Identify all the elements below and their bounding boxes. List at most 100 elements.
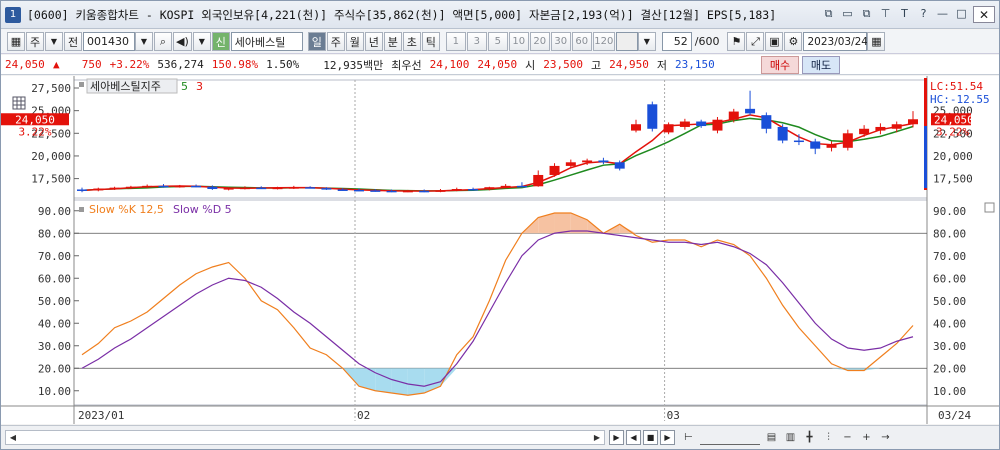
xaxis-label: 2023/01 xyxy=(78,409,124,422)
candle-body xyxy=(419,190,430,193)
maximize-icon[interactable]: □ xyxy=(954,6,969,21)
candle-layer xyxy=(77,90,918,193)
interval-custom-input[interactable] xyxy=(615,32,638,51)
buy-button[interactable]: 매수 xyxy=(761,56,799,74)
draw-tool-icon[interactable]: ⤢ xyxy=(746,32,765,51)
volume-ratio: 150.98% xyxy=(211,58,259,71)
title-icons: ⧉ ▭ ⧉ ⊤ T ? — □ ✕ xyxy=(821,6,995,23)
chart-scrollbar[interactable]: ◀ ▶ xyxy=(5,430,605,445)
first-page-icon[interactable]: ▶ xyxy=(609,430,624,445)
title-bar[interactable]: 1 [0600] 키움종합차트 - KOSPI 외국인보유[4,221(천)] … xyxy=(1,1,999,29)
candle-body xyxy=(842,133,853,148)
period-tab-minute[interactable]: 분 xyxy=(383,32,402,51)
oversold-fill xyxy=(375,368,392,393)
candle-body xyxy=(712,119,723,131)
chart-window: 1 [0600] 키움종합차트 - KOSPI 외국인보유[4,221(천)] … xyxy=(0,0,1000,450)
scroll-right-icon[interactable]: ▶ xyxy=(591,432,603,443)
indicator-icon[interactable]: ⚑ xyxy=(727,32,746,51)
interval-1[interactable]: 1 xyxy=(445,32,466,51)
help-icon[interactable]: ? xyxy=(916,6,931,21)
period-type-select[interactable]: 주 xyxy=(26,32,44,51)
chart-canvas[interactable]: 27,50025,00022,50020,00017,50025,00022,5… xyxy=(1,76,999,424)
grid-icon[interactable]: ▦ xyxy=(7,32,25,51)
zoom-out-icon[interactable]: − xyxy=(840,430,855,445)
lc-label: LC:51.54 xyxy=(930,80,983,93)
interval-5[interactable]: 5 xyxy=(487,32,508,51)
stop-icon[interactable]: ■ xyxy=(643,430,658,445)
crosshair-icon[interactable]: ╋ xyxy=(802,430,817,445)
zoom-track-icon[interactable] xyxy=(700,430,760,445)
price-right-ytick-label: 17,500 xyxy=(933,173,973,186)
interval-30[interactable]: 30 xyxy=(550,32,571,51)
bottom-bar: ◀ ▶ ▶ ◀ ■ ▶ ⊢ ▤ ▥ ╋ ⫶ − + → xyxy=(1,425,999,449)
sound-icon[interactable]: ◀) xyxy=(173,32,192,51)
high-price: 24,950 xyxy=(609,58,649,71)
layout-icon[interactable]: ▤ xyxy=(764,430,779,445)
window-title: [0600] 키움종합차트 - KOSPI 외국인보유[4,221(천)] 주식… xyxy=(27,7,777,22)
xaxis-label: 02 xyxy=(357,409,370,422)
window-split-icon[interactable]: ▥ xyxy=(783,430,798,445)
sound-dropdown-icon[interactable]: ▼ xyxy=(192,32,211,51)
interval-120[interactable]: 120 xyxy=(592,32,615,51)
candle-body xyxy=(321,188,332,190)
candle-body xyxy=(696,121,707,127)
stoch-ytick-label: 10.00 xyxy=(38,385,71,398)
period-tab-week[interactable]: 주 xyxy=(326,32,345,51)
stock-name-field[interactable]: 세아베스틸 xyxy=(230,32,303,51)
period-tab-second[interactable]: 초 xyxy=(402,32,421,51)
link-window-icon[interactable]: ⧉ xyxy=(821,6,836,21)
date-input[interactable]: 2023/03/24 xyxy=(803,32,868,51)
price-right-ytick-label: 20,000 xyxy=(933,150,973,163)
prev-page-icon[interactable]: ◀ xyxy=(626,430,641,445)
bar-count-input[interactable]: 52 xyxy=(661,32,692,51)
interval-20[interactable]: 20 xyxy=(529,32,550,51)
candle-body xyxy=(761,115,772,129)
period-tab-year[interactable]: 년 xyxy=(364,32,383,51)
calendar-icon[interactable]: ▦ xyxy=(867,32,886,51)
bottom-tools: ⊢ ▤ ▥ ╋ ⫶ − + → xyxy=(681,430,893,445)
interval-3[interactable]: 3 xyxy=(466,32,487,51)
stoch-ytick-label: 40.00 xyxy=(38,317,71,330)
close-icon[interactable]: ✕ xyxy=(973,6,995,23)
chart-table-icon[interactable] xyxy=(12,96,26,110)
interval-10[interactable]: 10 xyxy=(508,32,529,51)
scroll-end-icon[interactable]: → xyxy=(878,430,893,445)
save-icon[interactable]: ▣ xyxy=(765,32,784,51)
price-legend-name: 세아베스틸지주 xyxy=(90,80,161,93)
candle-body xyxy=(386,190,397,193)
interval-dropdown-icon[interactable]: ▼ xyxy=(637,32,656,51)
candle-body xyxy=(679,121,690,127)
stock-code-input[interactable]: 001430 xyxy=(83,32,135,51)
scroll-left-icon[interactable]: ◀ xyxy=(7,432,19,443)
next-page-icon[interactable]: ▶ xyxy=(660,430,675,445)
candle-body xyxy=(337,189,348,191)
minimize-icon[interactable]: — xyxy=(935,6,950,21)
zoom-in-icon[interactable]: + xyxy=(859,430,874,445)
font-size-icon[interactable]: T xyxy=(897,6,912,21)
search-icon[interactable]: ⌕ xyxy=(154,32,172,51)
chart-area[interactable]: 27,500 25,000 22,500 20,000 17,500 25,000 22,5… xyxy=(1,76,999,424)
candle-body xyxy=(500,185,511,188)
candle-body xyxy=(402,190,413,193)
chevron-down-icon[interactable]: ▼ xyxy=(45,32,63,51)
settings-icon[interactable]: ⚙ xyxy=(784,32,803,51)
period-tab-month[interactable]: 월 xyxy=(345,32,364,51)
pane-close-icon[interactable] xyxy=(984,202,995,213)
market-select[interactable]: 전 xyxy=(64,32,82,51)
period-tab-tick[interactable]: 틱 xyxy=(421,32,440,51)
code-dropdown-icon[interactable]: ▼ xyxy=(135,32,153,51)
zoom-slider-icon[interactable]: ⊢ xyxy=(681,430,696,445)
candle-body xyxy=(745,108,756,114)
interval-60[interactable]: 60 xyxy=(571,32,592,51)
pin-icon[interactable]: ⊤ xyxy=(878,6,893,21)
candle-body xyxy=(370,190,381,192)
chart-type-icon[interactable]: ⫶ xyxy=(821,430,836,445)
sell-button[interactable]: 매도 xyxy=(802,56,840,74)
stoch-ytick-label: 90.00 xyxy=(38,205,71,218)
candle-body xyxy=(207,186,218,190)
minimize-group-icon[interactable]: ▭ xyxy=(840,6,855,21)
restore-window-icon[interactable]: ⧉ xyxy=(859,6,874,21)
candle-body xyxy=(272,187,283,190)
period-tab-day[interactable]: 일 xyxy=(307,32,326,51)
window-number[interactable]: 1 xyxy=(5,6,21,23)
